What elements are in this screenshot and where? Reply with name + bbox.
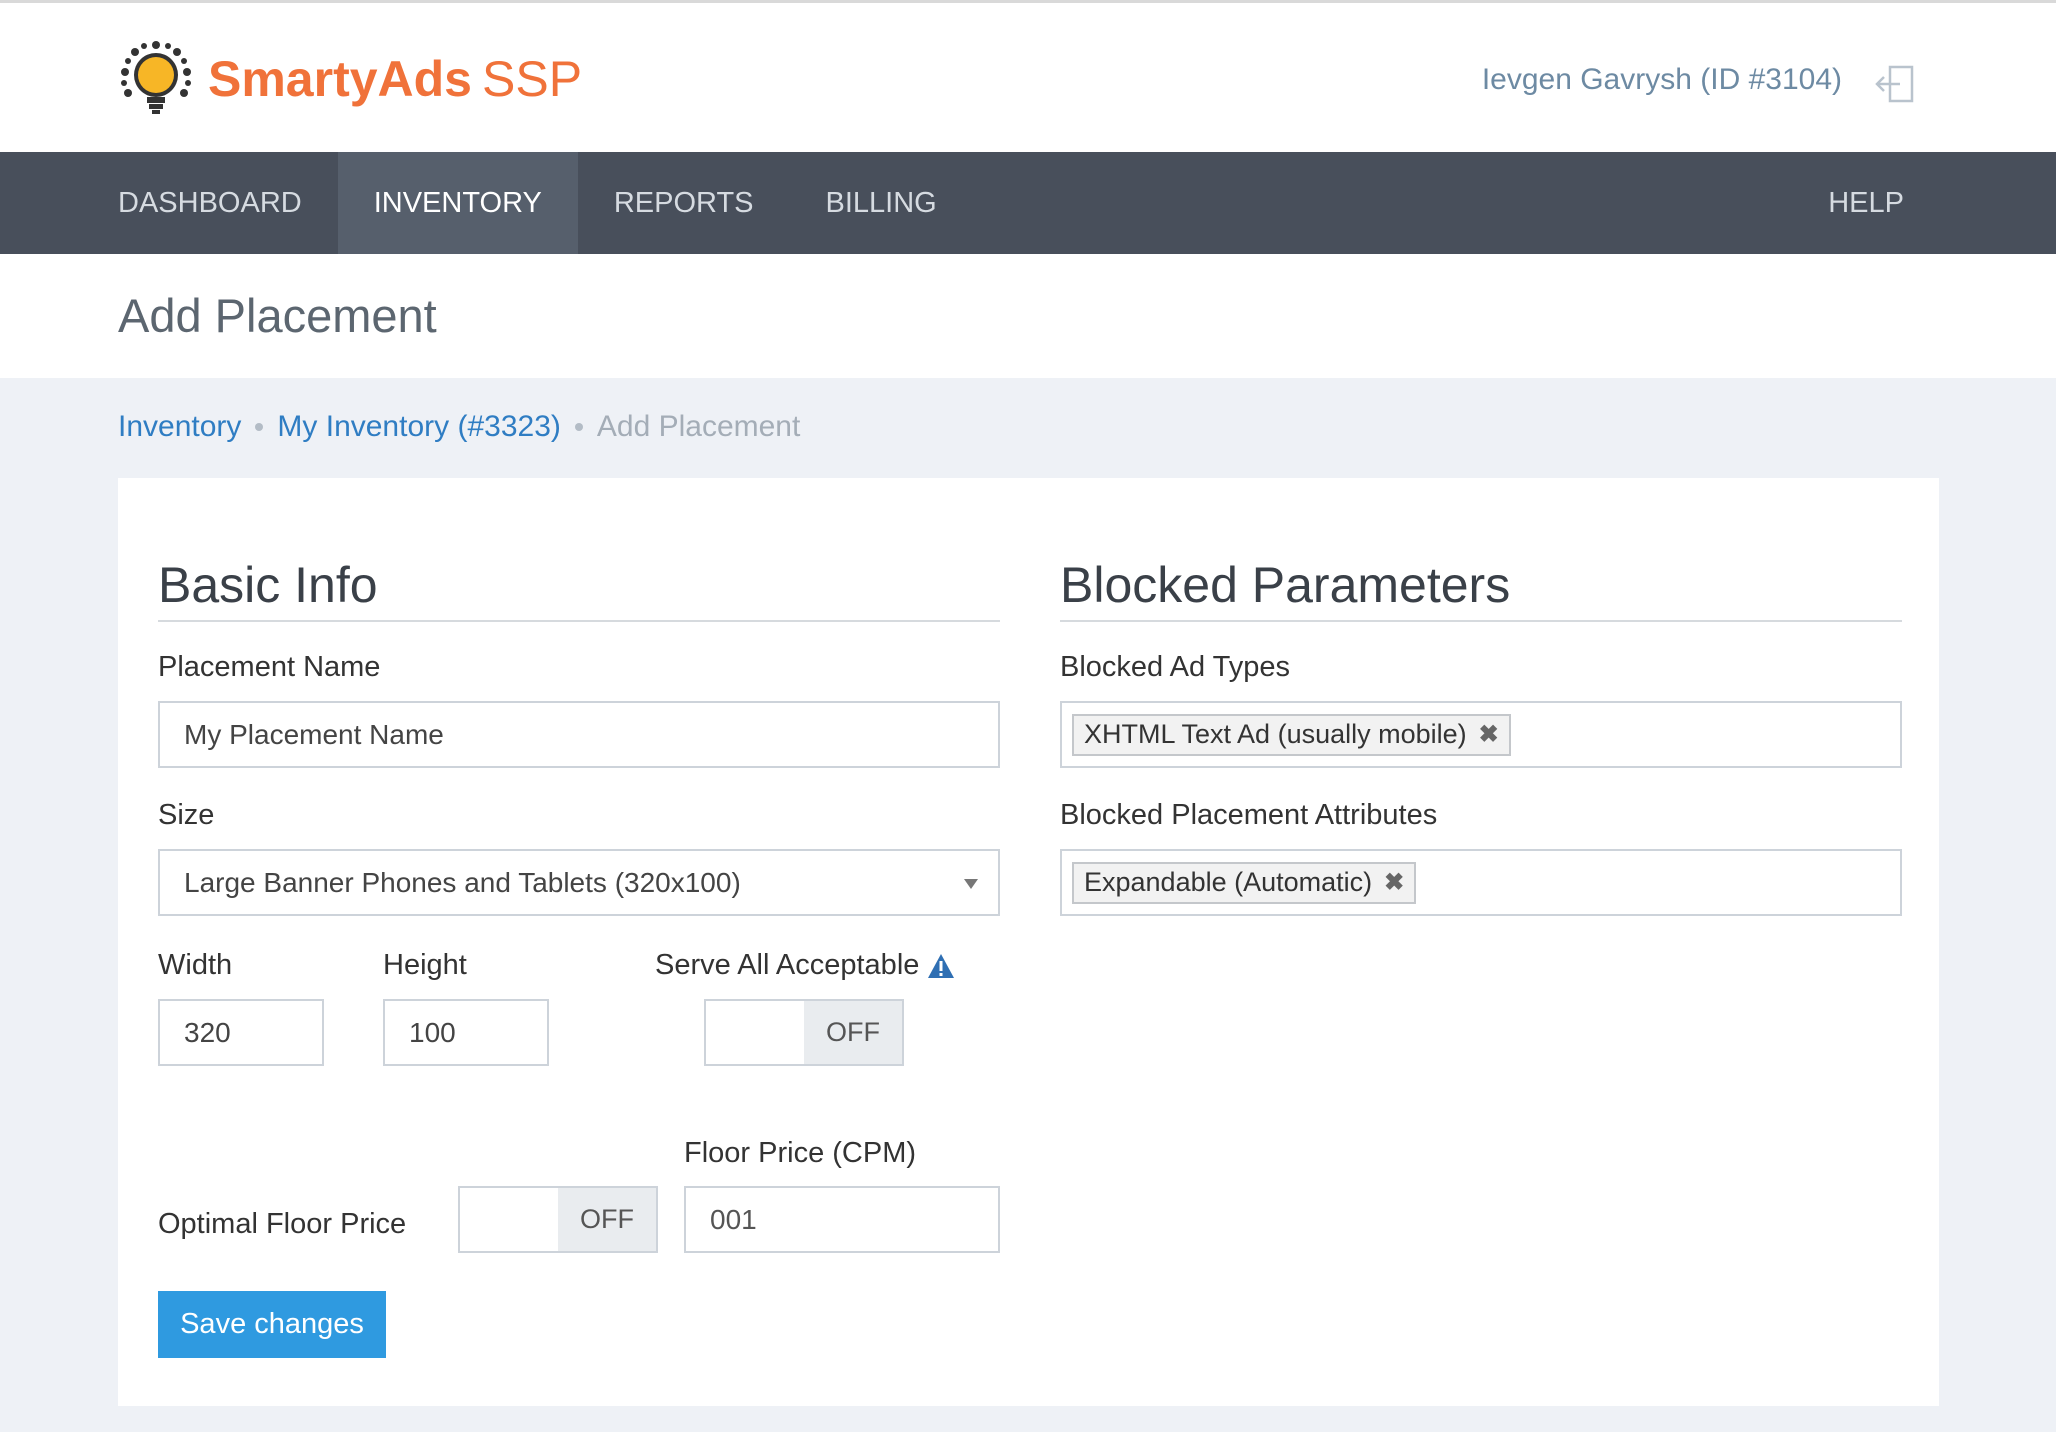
tag-label: XHTML Text Ad (usually mobile) xyxy=(1084,719,1467,749)
nav-help[interactable]: HELP xyxy=(1828,152,1904,254)
page-title: Add Placement xyxy=(118,289,437,342)
user-name[interactable]: Ievgen Gavrysh (ID #3104) xyxy=(1482,63,1842,97)
brand-label: SmartyAds xyxy=(208,51,472,107)
optimal-floor-toggle[interactable]: OFF xyxy=(458,1186,658,1253)
blocked-params-section: Blocked Parameters xyxy=(1060,478,1902,622)
nav-inventory[interactable]: INVENTORY xyxy=(337,152,578,254)
breadcrumb: Inventory My Inventory (#3323) Add Place… xyxy=(118,410,800,444)
logo[interactable]: SmartyAds SSP xyxy=(116,39,582,119)
main-content: Inventory My Inventory (#3323) Add Place… xyxy=(0,378,2056,1432)
placement-name-input[interactable]: My Placement Name xyxy=(158,701,1000,768)
close-icon[interactable]: ✖ xyxy=(1479,720,1499,749)
height-input[interactable]: 100 xyxy=(383,999,549,1066)
blocked-params-title: Blocked Parameters xyxy=(1060,556,1902,622)
blocked-ad-types-label: Blocked Ad Types xyxy=(1060,651,1291,683)
logout-icon[interactable] xyxy=(1874,63,1916,105)
height-value: 100 xyxy=(409,1016,456,1048)
tag-chip: XHTML Text Ad (usually mobile) ✖ xyxy=(1072,713,1511,756)
size-select[interactable]: Large Banner Phones and Tablets (320x100… xyxy=(158,849,1000,916)
lightbulb-logo-icon xyxy=(121,41,191,114)
optimal-floor-state: OFF xyxy=(558,1188,656,1251)
blocked-ad-types-input[interactable]: XHTML Text Ad (usually mobile) ✖ xyxy=(1060,701,1902,768)
serve-all-state: OFF xyxy=(804,1001,902,1064)
width-value: 320 xyxy=(184,1016,231,1048)
placement-name-label: Placement Name xyxy=(158,651,381,683)
brand-name: SmartyAds SSP xyxy=(208,50,582,108)
placement-form-card: Basic Info Placement Name My Placement N… xyxy=(118,478,1939,1406)
title-bar: Add Placement xyxy=(0,254,2056,378)
app-header: SmartyAds SSP Ievgen Gavrysh (ID #3104) xyxy=(0,3,2056,152)
placement-name-value: My Placement Name xyxy=(184,718,444,750)
toggle-track xyxy=(706,1001,804,1064)
breadcrumb-current: Add Placement xyxy=(596,410,801,443)
tag-label: Expandable (Automatic) xyxy=(1084,867,1373,897)
nav-reports[interactable]: REPORTS xyxy=(578,152,790,254)
basic-info-title: Basic Info xyxy=(158,556,1000,622)
chevron-down-icon xyxy=(964,879,978,889)
optimal-floor-label: Optimal Floor Price xyxy=(158,1208,407,1240)
height-label: Height xyxy=(383,949,467,981)
save-button[interactable]: Save changes xyxy=(158,1291,386,1358)
serve-all-label-group: Serve All Acceptable xyxy=(655,949,955,982)
warning-icon[interactable] xyxy=(927,953,955,979)
basic-info-section: Basic Info xyxy=(158,478,1000,622)
floor-price-value: 001 xyxy=(710,1203,757,1235)
tag-chip: Expandable (Automatic) ✖ xyxy=(1072,861,1417,904)
size-value: Large Banner Phones and Tablets (320x100… xyxy=(184,866,741,898)
floor-price-cpm-label: Floor Price (CPM) xyxy=(684,1137,917,1169)
width-label: Width xyxy=(158,949,233,981)
blocked-attrs-input[interactable]: Expandable (Automatic) ✖ xyxy=(1060,849,1902,916)
breadcrumb-my-inventory[interactable]: My Inventory (#3323) xyxy=(277,410,560,444)
size-label: Size xyxy=(158,799,215,831)
close-icon[interactable]: ✖ xyxy=(1384,868,1404,897)
floor-price-input[interactable]: 001 xyxy=(684,1186,1000,1253)
nav-dashboard[interactable]: DASHBOARD xyxy=(82,152,338,254)
breadcrumb-separator xyxy=(574,423,583,431)
width-input[interactable]: 320 xyxy=(158,999,324,1066)
nav-billing[interactable]: BILLING xyxy=(790,152,973,254)
product-label: SSP xyxy=(482,51,583,107)
toggle-track xyxy=(460,1188,558,1251)
serve-all-label: Serve All Acceptable xyxy=(655,949,920,981)
breadcrumb-inventory[interactable]: Inventory xyxy=(118,410,241,444)
breadcrumb-separator xyxy=(255,423,264,431)
main-nav: DASHBOARD INVENTORY REPORTS BILLING HELP xyxy=(0,152,2056,254)
blocked-attrs-label: Blocked Placement Attributes xyxy=(1060,799,1438,831)
serve-all-toggle[interactable]: OFF xyxy=(704,999,904,1066)
